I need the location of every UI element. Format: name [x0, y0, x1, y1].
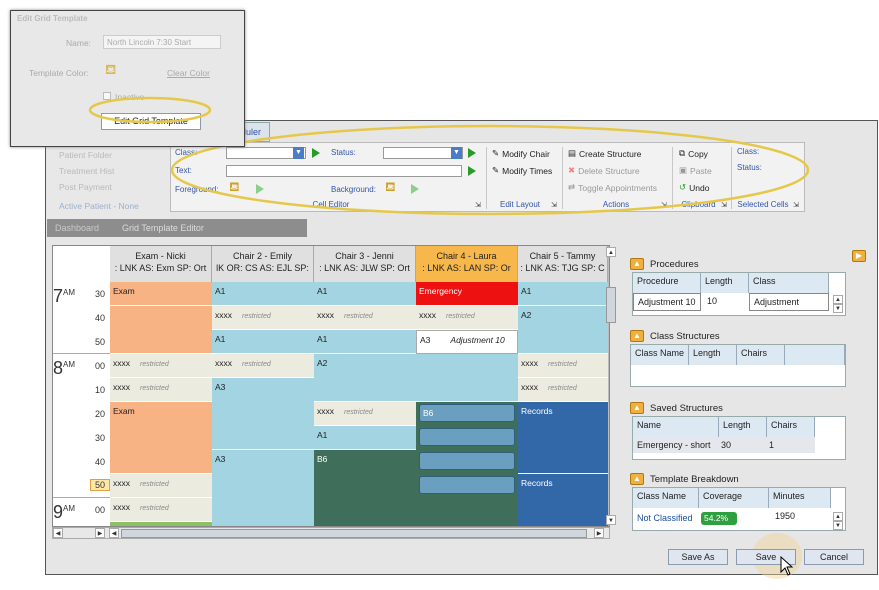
popup-highlight	[88, 96, 212, 124]
highlight-ellipse	[88, 96, 212, 124]
